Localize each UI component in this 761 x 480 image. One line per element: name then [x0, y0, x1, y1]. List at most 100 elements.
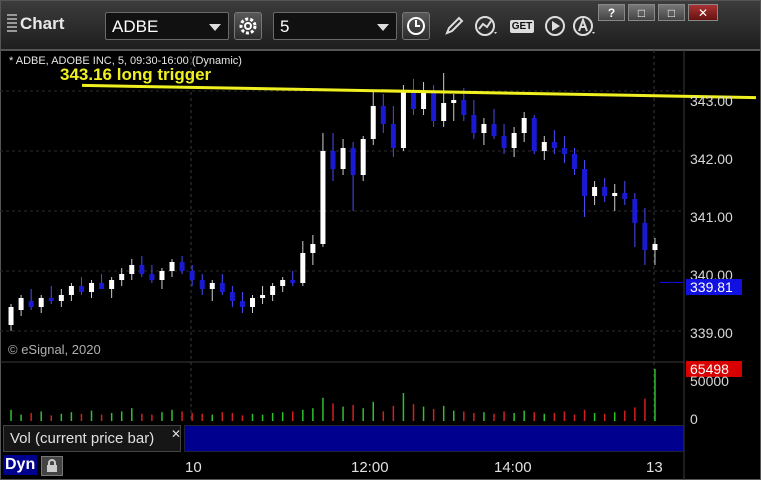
x-tick-label: 13	[646, 459, 663, 476]
window-title-text: Chart	[20, 14, 65, 33]
text-button[interactable]	[571, 12, 599, 40]
chevron-down-icon[interactable]	[377, 24, 389, 31]
candle-body	[239, 301, 245, 307]
candle-body	[461, 100, 467, 115]
close-button[interactable]: ✕	[688, 4, 718, 21]
candle-body	[78, 286, 84, 292]
candle-body	[410, 91, 416, 109]
annotation-label[interactable]: 343.16 long trigger	[60, 65, 211, 85]
x-tick-label: 12:00	[351, 459, 389, 476]
time-button[interactable]	[402, 12, 430, 40]
volume-pane-text: Vol (current price bar)	[10, 430, 155, 447]
candle-body	[632, 199, 638, 223]
candle-body	[159, 271, 165, 280]
draw-button[interactable]	[440, 12, 468, 40]
lock-icon[interactable]	[41, 456, 63, 476]
candle-body	[582, 169, 588, 196]
candle-body	[652, 244, 658, 250]
close-icon: ✕	[697, 5, 709, 20]
candle-body	[431, 91, 437, 121]
settings-button[interactable]	[234, 12, 262, 40]
get-button[interactable]: GET	[507, 12, 537, 40]
maximize-icon: □	[667, 5, 676, 20]
candle-body	[250, 298, 256, 307]
window-title: Chart	[7, 14, 64, 34]
play-icon	[545, 16, 565, 36]
candle-body	[642, 223, 648, 250]
candle-body	[199, 280, 205, 289]
volume-pane-label: Vol (current price bar)	[3, 425, 181, 452]
candle-body	[58, 295, 64, 301]
candle-body	[169, 262, 175, 271]
candle-body	[179, 262, 185, 271]
get-icon: GET	[509, 19, 535, 33]
candle-body	[290, 280, 296, 283]
clock-icon	[407, 17, 425, 35]
candle-body	[270, 286, 276, 295]
candle-body	[612, 193, 618, 196]
studies-button[interactable]	[473, 12, 501, 40]
dynamic-label[interactable]: Dyn	[3, 455, 38, 475]
text-a-icon	[573, 16, 595, 36]
y-tick-label: 343.00	[690, 93, 733, 109]
candle-body	[129, 265, 135, 274]
candle-body	[390, 124, 396, 148]
help-button[interactable]: ?	[598, 4, 625, 21]
candle-body	[330, 151, 336, 169]
study-icon	[475, 16, 497, 36]
candle-body	[320, 151, 326, 244]
candle-body	[48, 298, 54, 301]
candle-body	[149, 274, 155, 280]
candle-body	[471, 115, 477, 133]
symbol-input[interactable]: ADBE	[105, 12, 229, 40]
candle-body	[8, 307, 14, 325]
candle-body	[28, 301, 34, 307]
candle-body	[380, 106, 386, 124]
candle-body	[89, 283, 95, 292]
interval-value: 5	[280, 17, 290, 36]
candle-body	[491, 124, 497, 136]
candle-body	[602, 187, 608, 196]
candle-body	[189, 271, 195, 280]
candle-body	[310, 244, 316, 253]
candle-body	[501, 136, 507, 148]
maximize-button[interactable]: □	[658, 4, 685, 21]
candle-body	[400, 91, 406, 148]
candle-body	[139, 265, 145, 274]
grip-icon[interactable]	[7, 14, 17, 32]
candle-body	[229, 292, 235, 301]
candle-body	[209, 283, 215, 289]
gear-icon	[239, 17, 257, 35]
pencil-icon	[445, 16, 464, 35]
close-icon[interactable]: ✕	[171, 427, 181, 441]
x-tick-label: 14:00	[494, 459, 532, 476]
candle-body	[541, 142, 547, 151]
restore-button[interactable]: □	[628, 4, 655, 21]
chart-toolbar: Chart ADBE 5 GET ? □ □ ✕	[0, 0, 761, 50]
candle-body	[622, 193, 628, 199]
candle-body	[531, 118, 537, 151]
candle-body	[441, 103, 447, 121]
interval-input[interactable]: 5	[273, 12, 397, 40]
copyright-text: © eSignal, 2020	[8, 342, 101, 357]
symbol-value: ADBE	[112, 17, 159, 36]
candle-body	[340, 148, 346, 169]
candle-body	[421, 91, 427, 109]
restore-icon: □	[637, 5, 646, 20]
play-button[interactable]	[541, 12, 569, 40]
candle-body	[260, 295, 266, 298]
volume-tick-label: 50000	[690, 373, 729, 389]
candle-body	[592, 187, 598, 196]
y-tick-label: 339.00	[690, 325, 733, 341]
candle-body	[18, 298, 24, 310]
candle-body	[219, 283, 225, 292]
candle-body	[521, 118, 527, 133]
candle-body	[68, 286, 74, 295]
chevron-down-icon[interactable]	[209, 24, 221, 31]
candle-body	[119, 274, 125, 280]
candle-body	[511, 133, 517, 148]
chart-canvas[interactable]	[0, 50, 761, 480]
candle-body	[551, 142, 557, 148]
last-price-tag: 339.81	[686, 279, 742, 295]
candle-body	[38, 298, 44, 307]
